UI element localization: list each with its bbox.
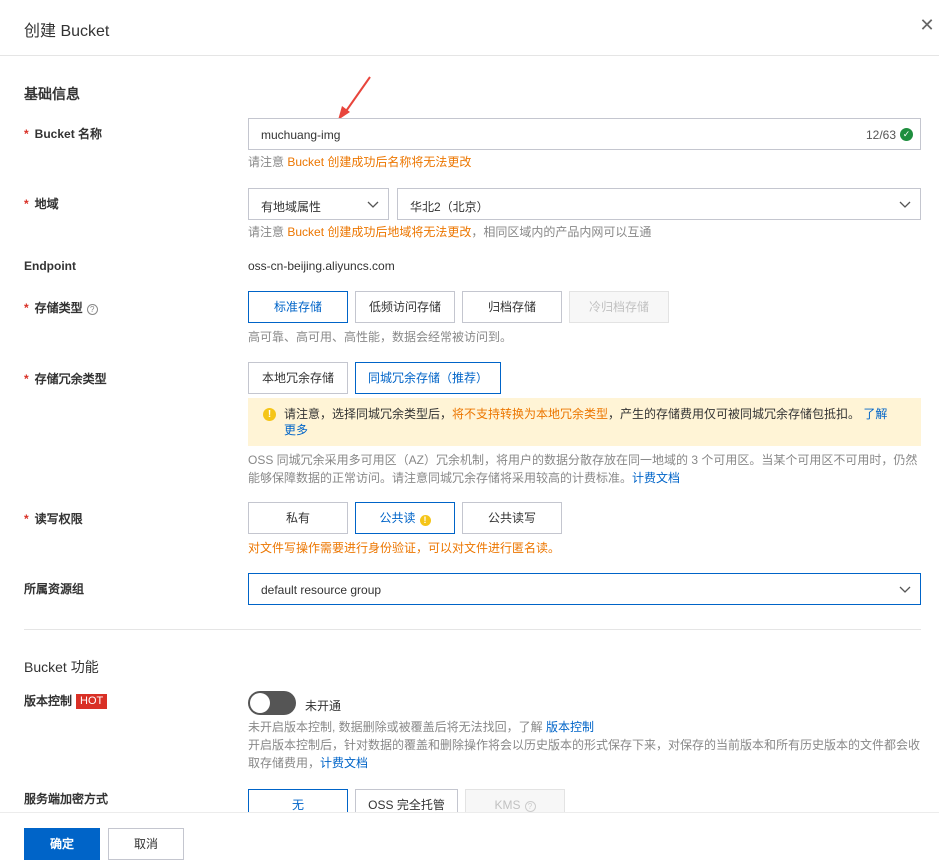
region-select[interactable]: 华北2（北京）: [397, 188, 921, 220]
learn-more-link-cont[interactable]: 更多: [284, 423, 308, 437]
toggle-knob: [250, 693, 270, 713]
endpoint-value: oss-cn-beijing.aliyuncs.com: [248, 259, 395, 273]
close-icon[interactable]: ✕: [919, 16, 935, 34]
storage-class-label: * 存储类型?: [24, 299, 98, 316]
storage-class-hint: 高可靠、高可用、高性能，数据会经常被访问到。: [248, 330, 513, 344]
storage-class-cold-archive: 冷归档存储: [569, 291, 669, 323]
redundancy-label: * 存储冗余类型: [24, 372, 107, 386]
versioning-status: 未开通: [305, 699, 342, 713]
help-icon: ?: [86, 304, 98, 315]
region-label: * 地域: [24, 197, 59, 211]
hot-badge: HOT: [76, 694, 108, 709]
encryption-label: 服务端加密方式: [24, 792, 109, 806]
versioning-toggle[interactable]: [248, 691, 296, 715]
chevron-down-icon: [898, 197, 912, 211]
redundancy-zrs[interactable]: 同城冗余存储（推荐）: [355, 362, 501, 394]
bucket-name-value: muchuang-img: [261, 128, 341, 142]
versioning-label: 版本控制 HOT: [24, 692, 108, 709]
chevron-down-icon: [366, 197, 380, 211]
acl-public-read[interactable]: 公共读!: [355, 502, 455, 534]
region-type-select[interactable]: 有地域属性: [248, 188, 389, 220]
section-title-basic: 基础信息: [24, 86, 80, 102]
bucket-name-counter: 12/63: [865, 128, 896, 142]
resource-group-value: default resource group: [261, 583, 382, 597]
endpoint-label: Endpoint: [24, 259, 76, 273]
warning-icon: !: [263, 408, 276, 421]
cancel-button[interactable]: 取消: [108, 828, 184, 860]
dialog-title: 创建 Bucket: [24, 23, 110, 40]
acl-private[interactable]: 私有: [248, 502, 348, 534]
redundancy-lrs[interactable]: 本地冗余存储: [248, 362, 348, 394]
redundancy-desc: OSS 同城冗余采用多可用区（AZ）冗余机制，将用户的数据分散存放在同一地域的 …: [248, 453, 918, 485]
storage-class-archive[interactable]: 归档存储: [462, 291, 562, 323]
storage-class-ia[interactable]: 低频访问存储: [355, 291, 455, 323]
storage-class-standard[interactable]: 标准存储: [248, 291, 348, 323]
check-circle-icon: ✓: [900, 128, 913, 141]
resource-group-label: 所属资源组: [24, 582, 85, 596]
dialog-header: 创建 Bucket ✕: [0, 0, 939, 56]
bucket-name-label: * Bucket 名称: [24, 127, 103, 141]
versioning-doc-link[interactable]: 版本控制: [546, 720, 594, 734]
section-divider: [24, 629, 921, 630]
acl-hint: 对文件写操作需要进行身份验证，可以对文件进行匿名读。: [248, 541, 561, 555]
versioning-pricing-link[interactable]: 计费文档: [320, 756, 368, 770]
versioning-hint: 未开启版本控制, 数据删除或被覆盖后将无法找回，了解 版本控制 开启版本控制后，…: [248, 720, 921, 770]
acl-public-read-write[interactable]: 公共读写: [462, 502, 562, 534]
region-hint: 请注意 Bucket 创建成功后地域将无法更改，相同区域内的产品内网可以互通: [248, 225, 652, 239]
section-title-features: Bucket 功能: [24, 659, 99, 675]
learn-more-link[interactable]: 了解: [863, 407, 887, 421]
annotation-arrow-icon: [338, 76, 371, 120]
bucket-name-input[interactable]: muchuang-img 12/63 ✓: [248, 118, 921, 150]
warning-icon: !: [419, 515, 431, 526]
bucket-name-hint: 请注意 Bucket 创建成功后名称将无法更改: [248, 155, 472, 169]
chevron-down-icon: [898, 582, 912, 596]
region-value: 华北2（北京）: [410, 200, 489, 214]
resource-group-select[interactable]: default resource group: [248, 573, 921, 605]
confirm-button[interactable]: 确定: [24, 828, 100, 860]
region-type-value: 有地域属性: [261, 200, 322, 214]
redundancy-notice: ! 请注意，选择同城冗余类型后，将不支持转换为本地冗余类型，产生的存储费用仅可被…: [248, 398, 921, 446]
pricing-doc-link[interactable]: 计费文档: [632, 471, 680, 485]
help-icon: ?: [524, 801, 536, 812]
acl-label: * 读写权限: [24, 512, 83, 526]
dialog-footer: 确定 取消: [0, 812, 939, 864]
